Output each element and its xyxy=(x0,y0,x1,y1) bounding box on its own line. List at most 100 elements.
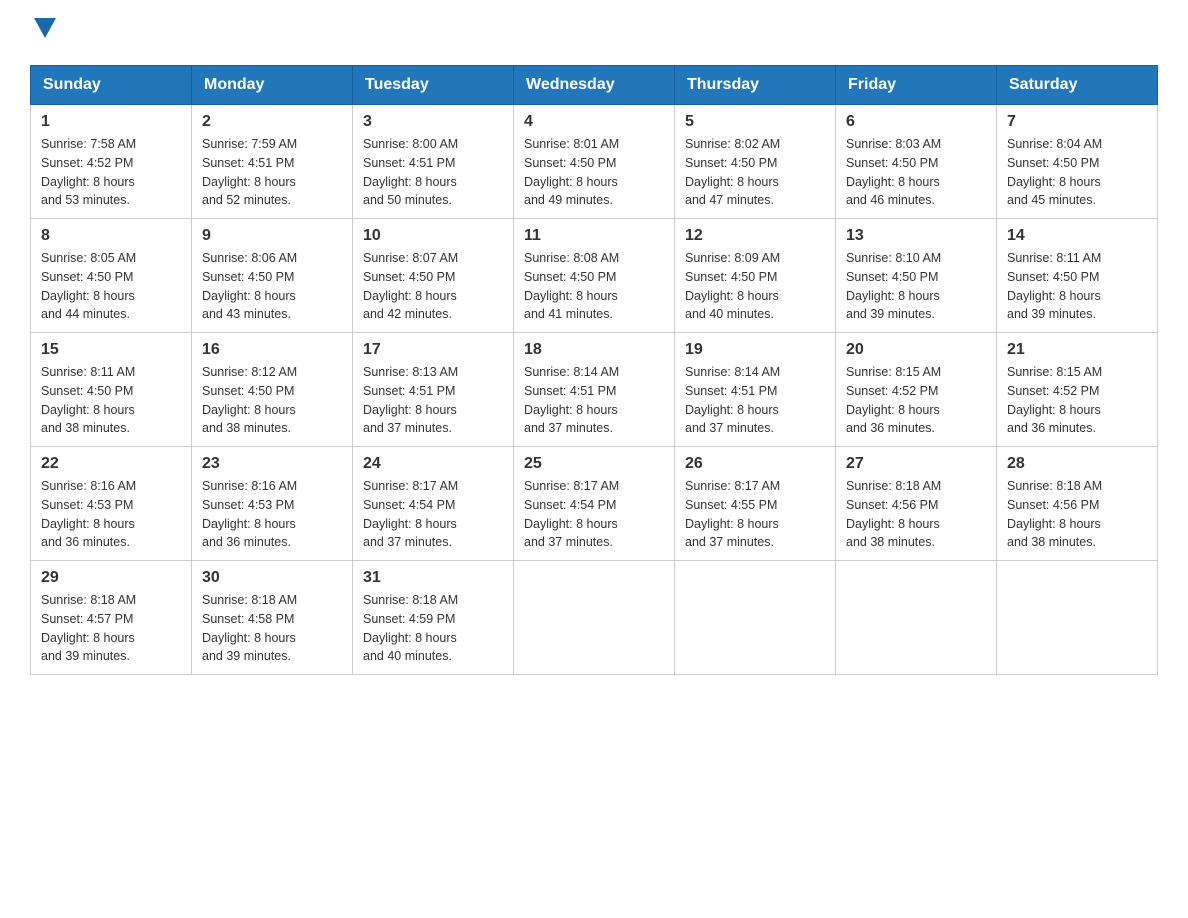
logo-triangle-icon xyxy=(34,18,56,38)
page-header xyxy=(30,20,1158,45)
calendar-cell: 28Sunrise: 8:18 AMSunset: 4:56 PMDayligh… xyxy=(997,447,1158,561)
calendar-cell: 30Sunrise: 8:18 AMSunset: 4:58 PMDayligh… xyxy=(192,561,353,675)
cell-info: Sunrise: 8:15 AMSunset: 4:52 PMDaylight:… xyxy=(1007,363,1147,438)
cell-day-number: 2 xyxy=(202,113,342,131)
calendar-cell xyxy=(997,561,1158,675)
weekday-header-sunday: Sunday xyxy=(31,66,192,105)
cell-info: Sunrise: 8:18 AMSunset: 4:56 PMDaylight:… xyxy=(846,477,986,552)
calendar-cell: 13 Sunrise: 8:10 AMSunset: 4:50 PMDayligh… xyxy=(836,219,997,333)
cell-day-number: 3 xyxy=(363,113,503,131)
cell-day-number: 13 xyxy=(846,227,986,245)
cell-day-number: 14 xyxy=(1007,227,1147,245)
calendar-week-row: 8 Sunrise: 8:05 AMSunset: 4:50 PMDaylight… xyxy=(31,219,1158,333)
cell-info: Sunrise: 8:10 AMSunset: 4:50 PMDaylight:… xyxy=(846,249,986,324)
cell-info: Sunrise: 8:15 AMSunset: 4:52 PMDaylight:… xyxy=(846,363,986,438)
calendar-cell: 20 Sunrise: 8:15 AMSunset: 4:52 PMDayligh… xyxy=(836,333,997,447)
calendar-cell: 15Sunrise: 8:11 AMSunset: 4:50 PMDayligh… xyxy=(31,333,192,447)
cell-info: Sunrise: 8:04 AMSunset: 4:50 PMDaylight:… xyxy=(1007,135,1147,210)
calendar-cell: 2 Sunrise: 7:59 AMSunset: 4:51 PMDaylight… xyxy=(192,105,353,219)
cell-day-number: 28 xyxy=(1007,455,1147,473)
calendar-table: SundayMondayTuesdayWednesdayThursdayFrid… xyxy=(30,65,1158,675)
cell-info: Sunrise: 8:07 AMSunset: 4:50 PMDaylight:… xyxy=(363,249,503,324)
calendar-cell: 21 Sunrise: 8:15 AMSunset: 4:52 PMDayligh… xyxy=(997,333,1158,447)
cell-info: Sunrise: 7:59 AMSunset: 4:51 PMDaylight:… xyxy=(202,135,342,210)
cell-info: Sunrise: 8:11 AMSunset: 4:50 PMDaylight:… xyxy=(41,363,181,438)
calendar-cell: 10 Sunrise: 8:07 AMSunset: 4:50 PMDayligh… xyxy=(353,219,514,333)
cell-info: Sunrise: 8:18 AMSunset: 4:57 PMDaylight:… xyxy=(41,591,181,666)
cell-day-number: 6 xyxy=(846,113,986,131)
cell-info: Sunrise: 8:16 AMSunset: 4:53 PMDaylight:… xyxy=(41,477,181,552)
cell-day-number: 19 xyxy=(685,341,825,359)
cell-info: Sunrise: 8:01 AMSunset: 4:50 PMDaylight:… xyxy=(524,135,664,210)
calendar-cell: 14 Sunrise: 8:11 AMSunset: 4:50 PMDayligh… xyxy=(997,219,1158,333)
cell-day-number: 10 xyxy=(363,227,503,245)
calendar-cell: 16Sunrise: 8:12 AMSunset: 4:50 PMDayligh… xyxy=(192,333,353,447)
calendar-week-row: 29Sunrise: 8:18 AMSunset: 4:57 PMDayligh… xyxy=(31,561,1158,675)
calendar-cell xyxy=(514,561,675,675)
cell-info: Sunrise: 8:12 AMSunset: 4:50 PMDaylight:… xyxy=(202,363,342,438)
calendar-week-row: 15Sunrise: 8:11 AMSunset: 4:50 PMDayligh… xyxy=(31,333,1158,447)
weekday-header-wednesday: Wednesday xyxy=(514,66,675,105)
cell-day-number: 7 xyxy=(1007,113,1147,131)
cell-day-number: 23 xyxy=(202,455,342,473)
cell-info: Sunrise: 8:18 AMSunset: 4:59 PMDaylight:… xyxy=(363,591,503,666)
cell-day-number: 22 xyxy=(41,455,181,473)
cell-day-number: 12 xyxy=(685,227,825,245)
cell-info: Sunrise: 8:11 AMSunset: 4:50 PMDaylight:… xyxy=(1007,249,1147,324)
calendar-cell: 7 Sunrise: 8:04 AMSunset: 4:50 PMDaylight… xyxy=(997,105,1158,219)
calendar-cell xyxy=(675,561,836,675)
cell-info: Sunrise: 8:09 AMSunset: 4:50 PMDaylight:… xyxy=(685,249,825,324)
calendar-cell: 19 Sunrise: 8:14 AMSunset: 4:51 PMDayligh… xyxy=(675,333,836,447)
cell-day-number: 1 xyxy=(41,113,181,131)
logo xyxy=(30,20,56,45)
cell-day-number: 4 xyxy=(524,113,664,131)
weekday-header-tuesday: Tuesday xyxy=(353,66,514,105)
cell-info: Sunrise: 8:08 AMSunset: 4:50 PMDaylight:… xyxy=(524,249,664,324)
calendar-cell: 27Sunrise: 8:18 AMSunset: 4:56 PMDayligh… xyxy=(836,447,997,561)
calendar-cell: 31 Sunrise: 8:18 AMSunset: 4:59 PMDayligh… xyxy=(353,561,514,675)
cell-info: Sunrise: 8:16 AMSunset: 4:53 PMDaylight:… xyxy=(202,477,342,552)
cell-day-number: 11 xyxy=(524,227,664,245)
cell-day-number: 31 xyxy=(363,569,503,587)
calendar-header-row: SundayMondayTuesdayWednesdayThursdayFrid… xyxy=(31,66,1158,105)
cell-info: Sunrise: 8:00 AMSunset: 4:51 PMDaylight:… xyxy=(363,135,503,210)
cell-day-number: 18 xyxy=(524,341,664,359)
calendar-week-row: 22 Sunrise: 8:16 AMSunset: 4:53 PMDayligh… xyxy=(31,447,1158,561)
calendar-cell: 18 Sunrise: 8:14 AMSunset: 4:51 PMDayligh… xyxy=(514,333,675,447)
cell-info: Sunrise: 8:06 AMSunset: 4:50 PMDaylight:… xyxy=(202,249,342,324)
cell-info: Sunrise: 7:58 AMSunset: 4:52 PMDaylight:… xyxy=(41,135,181,210)
calendar-cell: 8 Sunrise: 8:05 AMSunset: 4:50 PMDaylight… xyxy=(31,219,192,333)
cell-info: Sunrise: 8:14 AMSunset: 4:51 PMDaylight:… xyxy=(685,363,825,438)
cell-day-number: 25 xyxy=(524,455,664,473)
calendar-cell: 26Sunrise: 8:17 AMSunset: 4:55 PMDayligh… xyxy=(675,447,836,561)
calendar-cell: 23 Sunrise: 8:16 AMSunset: 4:53 PMDayligh… xyxy=(192,447,353,561)
calendar-cell: 1 Sunrise: 7:58 AMSunset: 4:52 PMDaylight… xyxy=(31,105,192,219)
calendar-cell: 22 Sunrise: 8:16 AMSunset: 4:53 PMDayligh… xyxy=(31,447,192,561)
cell-info: Sunrise: 8:03 AMSunset: 4:50 PMDaylight:… xyxy=(846,135,986,210)
calendar-cell: 5 Sunrise: 8:02 AMSunset: 4:50 PMDaylight… xyxy=(675,105,836,219)
cell-day-number: 26 xyxy=(685,455,825,473)
cell-day-number: 21 xyxy=(1007,341,1147,359)
cell-info: Sunrise: 8:14 AMSunset: 4:51 PMDaylight:… xyxy=(524,363,664,438)
cell-day-number: 24 xyxy=(363,455,503,473)
calendar-cell: 4 Sunrise: 8:01 AMSunset: 4:50 PMDaylight… xyxy=(514,105,675,219)
cell-day-number: 5 xyxy=(685,113,825,131)
cell-day-number: 9 xyxy=(202,227,342,245)
calendar-cell: 17 Sunrise: 8:13 AMSunset: 4:51 PMDayligh… xyxy=(353,333,514,447)
calendar-cell: 12 Sunrise: 8:09 AMSunset: 4:50 PMDayligh… xyxy=(675,219,836,333)
cell-info: Sunrise: 8:13 AMSunset: 4:51 PMDaylight:… xyxy=(363,363,503,438)
calendar-cell xyxy=(836,561,997,675)
cell-info: Sunrise: 8:02 AMSunset: 4:50 PMDaylight:… xyxy=(685,135,825,210)
calendar-cell: 24Sunrise: 8:17 AMSunset: 4:54 PMDayligh… xyxy=(353,447,514,561)
calendar-cell: 29Sunrise: 8:18 AMSunset: 4:57 PMDayligh… xyxy=(31,561,192,675)
calendar-week-row: 1 Sunrise: 7:58 AMSunset: 4:52 PMDaylight… xyxy=(31,105,1158,219)
cell-day-number: 17 xyxy=(363,341,503,359)
cell-info: Sunrise: 8:18 AMSunset: 4:58 PMDaylight:… xyxy=(202,591,342,666)
weekday-header-thursday: Thursday xyxy=(675,66,836,105)
calendar-cell: 3 Sunrise: 8:00 AMSunset: 4:51 PMDaylight… xyxy=(353,105,514,219)
weekday-header-monday: Monday xyxy=(192,66,353,105)
cell-day-number: 20 xyxy=(846,341,986,359)
cell-info: Sunrise: 8:05 AMSunset: 4:50 PMDaylight:… xyxy=(41,249,181,324)
weekday-header-saturday: Saturday xyxy=(997,66,1158,105)
cell-day-number: 8 xyxy=(41,227,181,245)
